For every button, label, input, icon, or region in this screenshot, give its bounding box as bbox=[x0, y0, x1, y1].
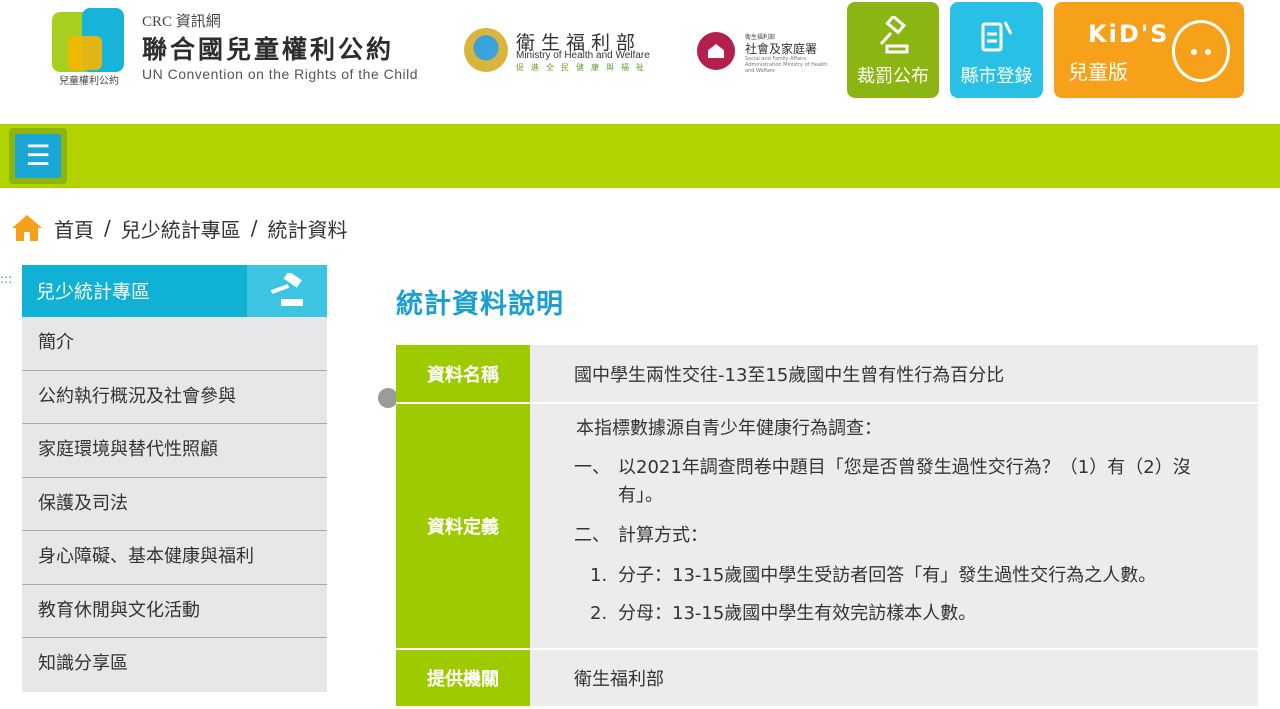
penalty-announcement-button[interactable]: 裁罰公布 bbox=[847, 2, 939, 98]
sidebar-item-intro[interactable]: 簡介 bbox=[22, 317, 327, 371]
logo-caption: 兒童權利公約 bbox=[59, 76, 119, 87]
mohw-name-en: Ministry of Health and Welfare bbox=[516, 50, 650, 61]
definition-item: 二、 計算方式： bbox=[574, 522, 1258, 550]
formula-item-text: 分母：13-15歲國中學生有效完訪樣本人數。 bbox=[618, 603, 977, 624]
sidebar-title: 兒少統計專區 bbox=[36, 281, 151, 303]
home-icon[interactable] bbox=[10, 213, 44, 243]
child-face-icon bbox=[1172, 20, 1230, 82]
county-register-button[interactable]: 縣市登錄 bbox=[950, 2, 1043, 98]
mohw-logo-icon[interactable] bbox=[464, 28, 508, 72]
breadcrumb: 首頁 / 兒少統計專區 / 統計資料 bbox=[10, 208, 348, 248]
sidebar-item-education-culture[interactable]: 教育休閒與文化活動 bbox=[22, 584, 327, 638]
crc-logo[interactable]: 兒童權利公約 bbox=[48, 6, 130, 92]
breadcrumb-separator: / bbox=[104, 216, 111, 240]
sidebar-header: 兒少統計專區 bbox=[22, 265, 327, 317]
sidebar: 兒少統計專區 簡介 公約執行概況及社會參與 家庭環境與替代性照顧 保護及司法 身… bbox=[22, 265, 327, 692]
kids-logo-text: KiD'S bbox=[1088, 20, 1170, 48]
formula-item-number: 1. bbox=[590, 565, 608, 586]
site-subtitle: CRC 資訊網 bbox=[142, 14, 221, 30]
definition-item-text: 以2021年調查問卷中題目「您是否曾發生過性交行為？（1）有（2）沒有」。 bbox=[618, 457, 1191, 506]
logo-shape bbox=[68, 36, 102, 70]
table-row: 資料定義 本指標數據源自青少年健康行為調查： 一、 以2021年調查問卷中題目「… bbox=[396, 403, 1258, 650]
formula-item: 2. 分母：13-15歲國中學生有效完訪樣本人數。 bbox=[590, 600, 1258, 628]
accesskey-dots[interactable]: ::: bbox=[0, 272, 12, 286]
sidebar-item-convention-implementation[interactable]: 公約執行概況及社會參與 bbox=[22, 370, 327, 424]
breadcrumb-home[interactable]: 首頁 bbox=[54, 214, 94, 243]
formula-item-number: 2. bbox=[590, 603, 608, 624]
county-register-label: 縣市登錄 bbox=[960, 66, 1033, 87]
gavel-icon bbox=[873, 14, 913, 65]
site-header: 兒童權利公約 CRC 資訊網 聯合國兒童權利公約 UN Convention o… bbox=[0, 0, 1280, 124]
sidebar-item-family-environment[interactable]: 家庭環境與替代性照顧 bbox=[22, 424, 327, 478]
site-title-en: UN Convention on the Rights of the Child bbox=[142, 66, 419, 82]
sfaa-name-en: Social and Family Affairs Administration… bbox=[745, 56, 828, 74]
gavel-icon bbox=[270, 273, 303, 306]
row-label-definition: 資料定義 bbox=[396, 403, 530, 650]
breadcrumb-current[interactable]: 統計資料 bbox=[268, 214, 348, 243]
table-row: 資料名稱 國中學生兩性交往-13至15歲國中生曾有性行為百分比 bbox=[396, 345, 1258, 404]
penalty-announcement-label: 裁罰公布 bbox=[857, 66, 929, 87]
row-value-name: 國中學生兩性交往-13至15歲國中生曾有性行為百分比 bbox=[530, 345, 1258, 404]
breadcrumb-separator: / bbox=[250, 216, 258, 240]
definition-item-number: 一、 bbox=[574, 457, 610, 478]
stat-info-table: 資料名稱 國中學生兩性交往-13至15歲國中生曾有性行為百分比 資料定義 本指標… bbox=[396, 345, 1258, 708]
sfaa-logo-icon[interactable] bbox=[697, 32, 735, 70]
definition-item: 一、 以2021年調查問卷中題目「您是否曾發生過性交行為？（1）有（2）沒有」。 bbox=[574, 454, 1258, 510]
row-label-provider: 提供機關 bbox=[396, 649, 530, 708]
row-label-name: 資料名稱 bbox=[396, 345, 530, 404]
kids-version-label: 兒童版 bbox=[1068, 60, 1128, 84]
drag-handle[interactable] bbox=[378, 388, 398, 408]
sidebar-item-knowledge-sharing[interactable]: 知識分享區 bbox=[22, 638, 327, 692]
mohw-slogan: 促進全民健康與福祉 bbox=[516, 63, 651, 72]
hamburger-icon: ☰ bbox=[15, 134, 61, 178]
page-title: 統計資料說明 bbox=[396, 289, 564, 320]
site-title[interactable]: 聯合國兒童權利公約 bbox=[142, 30, 394, 66]
row-value-definition: 本指標數據源自青少年健康行為調查： 一、 以2021年調查問卷中題目「您是否曾發… bbox=[530, 403, 1258, 650]
sfaa-name[interactable]: 社會及家庭署 bbox=[745, 40, 817, 57]
table-row: 提供機關 衛生福利部 bbox=[396, 649, 1258, 708]
definition-item-number: 二、 bbox=[574, 525, 610, 546]
edit-note-icon bbox=[977, 16, 1017, 65]
sidebar-header-icon-box bbox=[247, 265, 327, 317]
kids-version-button[interactable]: KiD'S 兒童版 bbox=[1054, 2, 1244, 98]
row-value-provider: 衛生福利部 bbox=[530, 649, 1258, 708]
definition-item-text: 計算方式： bbox=[618, 525, 708, 546]
sidebar-item-protection-justice[interactable]: 保護及司法 bbox=[22, 477, 327, 531]
formula-item: 1. 分子：13-15歲國中學生受訪者回答「有」發生過性交行為之人數。 bbox=[590, 562, 1258, 590]
menu-button[interactable]: ☰ bbox=[9, 128, 67, 184]
sidebar-item-disability-health[interactable]: 身心障礙、基本健康與福利 bbox=[22, 531, 327, 585]
main-nav-bar: ☰ bbox=[0, 124, 1280, 188]
definition-intro: 本指標數據源自青少年健康行為調查： bbox=[576, 418, 882, 439]
formula-item-text: 分子：13-15歲國中學生受訪者回答「有」發生過性交行為之人數。 bbox=[618, 565, 1157, 586]
breadcrumb-level1[interactable]: 兒少統計專區 bbox=[121, 214, 241, 243]
